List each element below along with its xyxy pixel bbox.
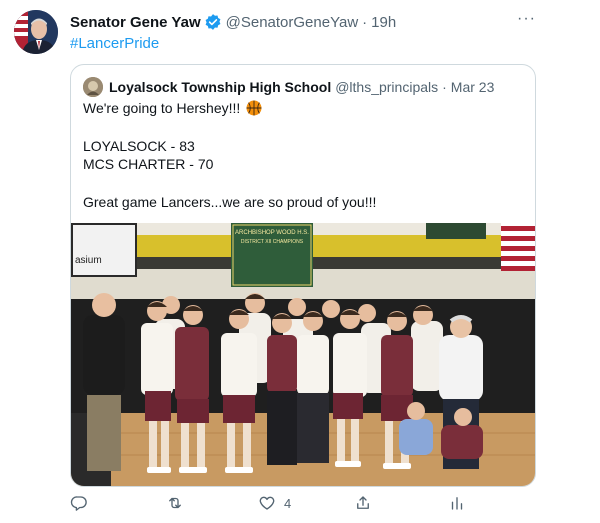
team-photo[interactable]: asium ARCHBISHOP WOOD H.S. DISTRICT XII … — [71, 223, 535, 486]
share-icon — [354, 494, 372, 512]
banner-line-1: ARCHBISHOP WOOD H.S. — [235, 230, 309, 236]
quoted-separator-dot: · — [442, 79, 447, 95]
separator-dot: · — [362, 13, 368, 31]
quoted-tweet-date[interactable]: Mar 23 — [451, 79, 495, 95]
tweet-header: Senator Gene Yaw @SenatorGeneYaw · 19h — [70, 12, 396, 32]
analytics-icon — [448, 494, 466, 512]
retweet-button[interactable] — [166, 494, 192, 512]
quoted-line-3: MCS CHARTER - 70 — [83, 156, 214, 172]
quoted-line-4: Great game Lancers...we are so proud of … — [83, 194, 377, 210]
wall-sign-text: asium — [75, 255, 102, 266]
more-options-icon[interactable]: ··· — [517, 10, 536, 28]
quoted-author-handle[interactable]: @lths_principals — [335, 79, 438, 95]
verified-badge-icon — [204, 13, 222, 31]
share-button[interactable] — [354, 494, 380, 512]
quoted-line-2: LOYALSOCK - 83 — [83, 138, 195, 154]
reply-button[interactable] — [70, 494, 96, 512]
tweet-timestamp[interactable]: 19h — [371, 14, 396, 31]
author-handle[interactable]: @SenatorGeneYaw — [226, 14, 359, 31]
banner-line-2: DISTRICT XII CHAMPIONS — [241, 239, 304, 245]
tweet[interactable]: Senator Gene Yaw @SenatorGeneYaw · 19h ·… — [0, 0, 600, 523]
tweet-actions: 4 — [70, 494, 536, 516]
quoted-tweet[interactable]: Loyalsock Township High School @lths_pri… — [70, 64, 536, 487]
analytics-button[interactable] — [448, 494, 466, 512]
quoted-author-name[interactable]: Loyalsock Township High School — [109, 79, 331, 95]
like-count: 4 — [284, 495, 292, 511]
like-icon — [258, 494, 276, 512]
tweet-hashtag-link[interactable]: #LancerPride — [70, 35, 159, 52]
quoted-author-avatar[interactable] — [83, 77, 103, 97]
author-name[interactable]: Senator Gene Yaw — [70, 14, 201, 31]
reply-icon — [70, 494, 88, 512]
retweet-icon — [166, 494, 184, 512]
author-avatar[interactable] — [14, 10, 58, 54]
basketball-emoji-icon — [246, 100, 262, 116]
quoted-line-1: We're going to Hershey!!! — [83, 99, 262, 117]
quoted-line-1-text: We're going to Hershey!!! — [83, 100, 241, 116]
quoted-tweet-header: Loyalsock Township High School @lths_pri… — [83, 77, 494, 97]
like-button[interactable]: 4 — [258, 494, 291, 512]
